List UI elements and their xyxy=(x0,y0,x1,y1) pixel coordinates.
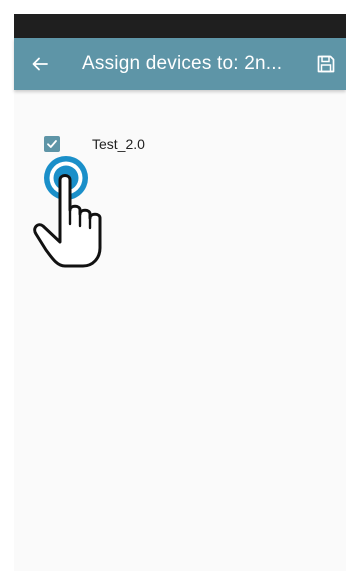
checkmark-icon xyxy=(47,140,57,148)
save-button[interactable] xyxy=(310,48,342,80)
back-button[interactable] xyxy=(24,48,56,80)
device-checkbox[interactable] xyxy=(44,136,60,152)
device-screen: Assign devices to: 2n... Test_2.0 xyxy=(14,14,346,571)
device-label: Test_2.0 xyxy=(92,136,145,152)
app-bar: Assign devices to: 2n... xyxy=(14,38,346,90)
page-title: Assign devices to: 2n... xyxy=(82,53,283,74)
floppy-disk-icon xyxy=(317,55,335,73)
list-item-device[interactable]: Test_2.0 xyxy=(14,134,346,158)
screenshot-frame: Assign devices to: 2n... Test_2.0 xyxy=(0,0,346,571)
status-bar xyxy=(14,14,346,38)
arrow-left-icon xyxy=(32,57,48,71)
